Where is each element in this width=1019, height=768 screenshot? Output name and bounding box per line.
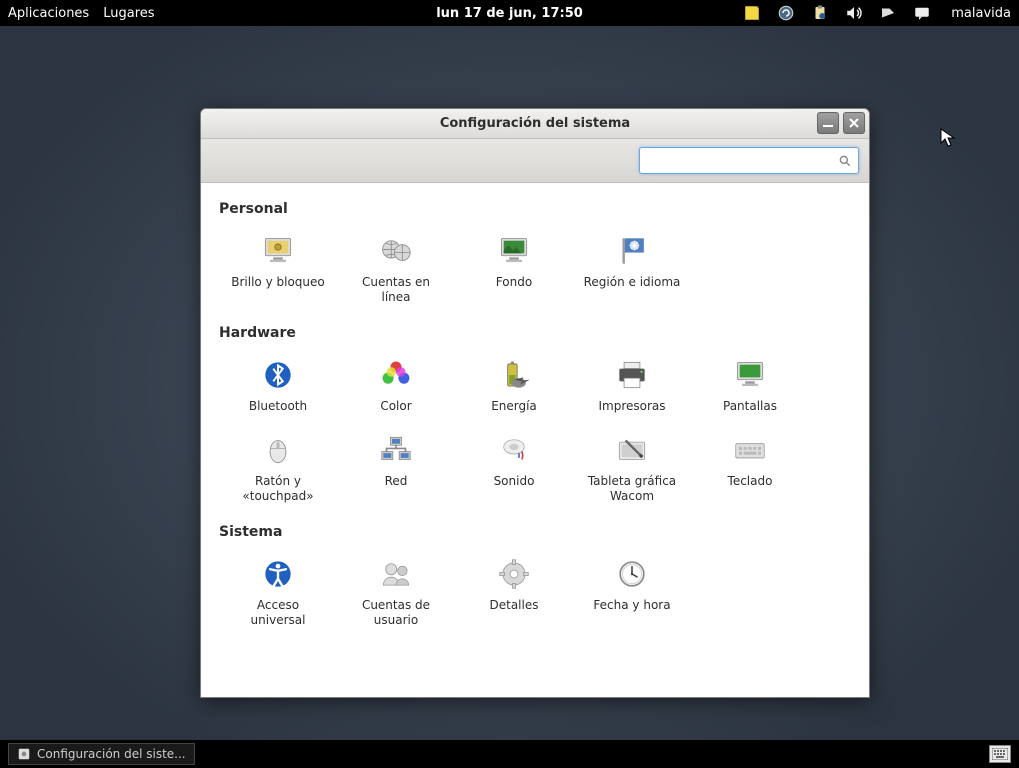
settings-content: Personal Brillo y bloqueo Cuentas en lín… (201, 183, 869, 697)
search-input[interactable] (646, 154, 832, 168)
flag-icon (612, 231, 652, 271)
date-time-item[interactable]: Fecha y hora (573, 550, 691, 632)
wacom-item[interactable]: Tableta gráfica Wacom (573, 426, 691, 508)
color-icon (376, 355, 416, 395)
volume-icon[interactable] (845, 4, 863, 22)
details-item[interactable]: Detalles (455, 550, 573, 632)
displays-item[interactable]: Pantallas (691, 351, 809, 418)
bluetooth-icon (258, 355, 298, 395)
item-label: Bluetooth (249, 399, 307, 414)
settings-window: Configuración del sistema Personal Brill… (200, 108, 870, 698)
places-menu[interactable]: Lugares (103, 6, 154, 21)
color-item[interactable]: Color (337, 351, 455, 418)
tablet-icon (612, 430, 652, 470)
network-item[interactable]: Red (337, 426, 455, 508)
item-label: Color (380, 399, 411, 414)
applications-menu[interactable]: Aplicaciones (8, 6, 89, 21)
battery-icon (494, 355, 534, 395)
notification-icon[interactable] (879, 4, 897, 22)
section-system: Sistema (219, 524, 855, 540)
note-icon[interactable] (743, 4, 761, 22)
settings-icon (17, 747, 31, 761)
chat-icon[interactable] (913, 4, 931, 22)
item-label: Cuentas en línea (346, 275, 446, 305)
clock[interactable]: lun 17 de jun, 17:50 (436, 6, 583, 21)
item-label: Sonido (494, 474, 535, 489)
keyboard-icon (730, 430, 770, 470)
item-label: Fondo (496, 275, 532, 290)
clipboard-icon[interactable] (811, 4, 829, 22)
region-language-item[interactable]: Región e idioma (573, 227, 691, 309)
update-icon[interactable] (777, 4, 795, 22)
clock-icon (612, 554, 652, 594)
keyboard-small-icon (992, 748, 1008, 760)
printers-item[interactable]: Impresoras (573, 351, 691, 418)
item-label: Cuentas de usuario (346, 598, 446, 628)
item-label: Pantallas (723, 399, 777, 414)
mouse-item[interactable]: Ratón y «touchpad» (219, 426, 337, 508)
user-accounts-item[interactable]: Cuentas de usuario (337, 550, 455, 632)
minimize-button[interactable] (817, 112, 839, 134)
item-label: Ratón y «touchpad» (228, 474, 328, 504)
item-label: Energía (491, 399, 537, 414)
background-item[interactable]: Fondo (455, 227, 573, 309)
item-label: Región e idioma (584, 275, 681, 290)
item-label: Red (385, 474, 408, 489)
item-label: Detalles (490, 598, 539, 613)
window-title: Configuración del sistema (440, 116, 630, 131)
accessibility-icon (258, 554, 298, 594)
item-label: Acceso universal (228, 598, 328, 628)
users-icon (376, 554, 416, 594)
item-label: Tableta gráfica Wacom (582, 474, 682, 504)
gear-icon (494, 554, 534, 594)
sound-item[interactable]: Sonido (455, 426, 573, 508)
printer-icon (612, 355, 652, 395)
titlebar[interactable]: Configuración del sistema (201, 109, 869, 139)
mouse-icon (258, 430, 298, 470)
item-label: Impresoras (598, 399, 665, 414)
top-panel: Aplicaciones Lugares lun 17 de jun, 17:5… (0, 0, 1019, 26)
taskbar-app-label: Configuración del siste... (37, 747, 186, 761)
brightness-lock-item[interactable]: Brillo y bloqueo (219, 227, 337, 309)
close-button[interactable] (843, 112, 865, 134)
section-hardware: Hardware (219, 325, 855, 341)
desktop: Aplicaciones Lugares lun 17 de jun, 17:5… (0, 0, 1019, 768)
toolbar (201, 139, 869, 183)
search-icon (838, 154, 852, 168)
power-item[interactable]: Energía (455, 351, 573, 418)
cursor-icon (940, 128, 956, 148)
section-personal: Personal (219, 201, 855, 217)
wallpaper-icon (494, 231, 534, 271)
online-accounts-item[interactable]: Cuentas en línea (337, 227, 455, 309)
speaker-icon (494, 430, 534, 470)
network-icon (376, 430, 416, 470)
item-label: Fecha y hora (593, 598, 670, 613)
item-label: Brillo y bloqueo (231, 275, 324, 290)
search-box[interactable] (639, 147, 859, 174)
universal-access-item[interactable]: Acceso universal (219, 550, 337, 632)
display-icon (730, 355, 770, 395)
bluetooth-item[interactable]: Bluetooth (219, 351, 337, 418)
monitor-lock-icon (258, 231, 298, 271)
keyboard-indicator[interactable] (989, 745, 1011, 763)
username-menu[interactable]: malavida (951, 6, 1011, 21)
item-label: Teclado (728, 474, 773, 489)
globe-accounts-icon (376, 231, 416, 271)
keyboard-item[interactable]: Teclado (691, 426, 809, 508)
bottom-panel: Configuración del siste... (0, 740, 1019, 768)
system-tray: malavida (743, 4, 1011, 22)
taskbar-app-button[interactable]: Configuración del siste... (8, 743, 195, 765)
